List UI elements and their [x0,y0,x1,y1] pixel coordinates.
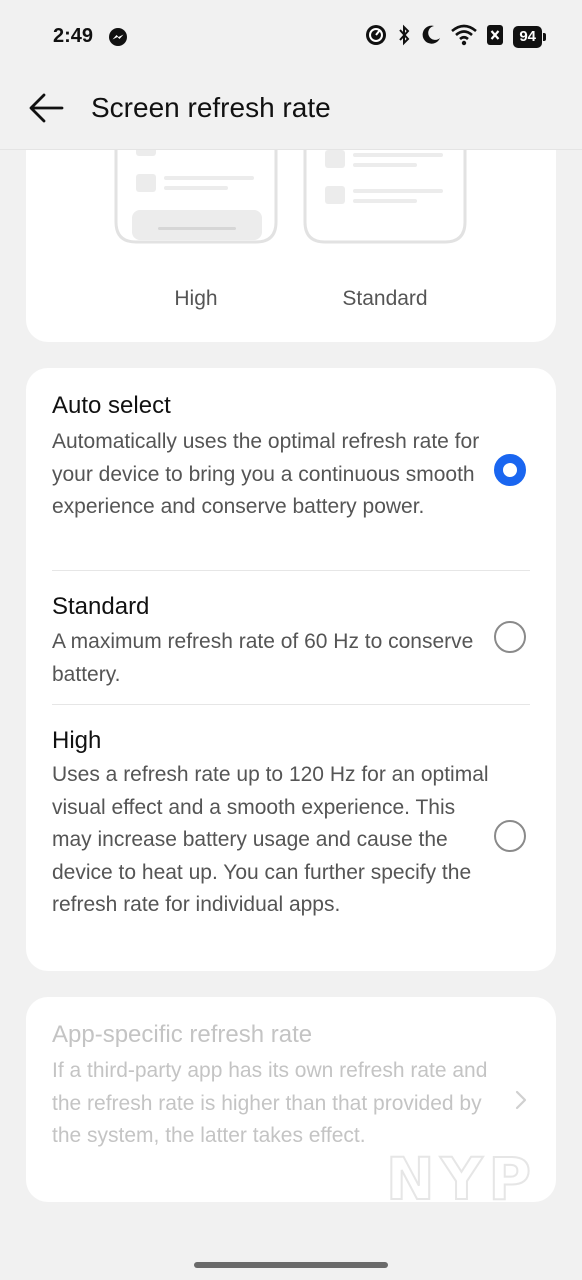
chevron-right-icon [514,1089,528,1111]
option-description: A maximum refresh rate of 60 Hz to conse… [52,630,474,686]
wifi-icon [451,24,478,51]
app-header: Screen refresh rate [0,76,582,150]
preview-label-standard: Standard [342,287,428,310]
option-description: Uses a refresh rate up to 120 Hz for an … [52,763,489,916]
status-icons: 94 [365,24,546,51]
app-specific-description: If a third-party app has its own refresh… [52,1059,488,1147]
app-specific-refresh-rate[interactable]: App-specific refresh rate If a third-par… [26,997,556,1202]
auto-select-radio[interactable] [494,454,526,486]
data-saver-icon [365,24,387,51]
option-standard[interactable]: Standard A maximum refresh rate of 60 Hz… [26,571,556,704]
standard-preview-illustration [303,150,467,244]
battery-icon: 94 [513,26,546,48]
standard-radio[interactable] [494,621,526,653]
option-auto-select[interactable]: Auto select Automatically uses the optim… [26,368,556,570]
page-title: Screen refresh rate [91,92,331,123]
refresh-rate-options: Auto select Automatically uses the optim… [26,368,556,971]
back-button[interactable] [26,90,66,126]
messenger-icon [108,27,128,47]
option-title: Standard [52,593,150,620]
option-title: Auto select [52,392,171,419]
status-bar: 2:49 94 [0,0,582,76]
option-high[interactable]: High Uses a refresh rate up to 120 Hz fo… [26,705,556,971]
do-not-disturb-icon [421,24,441,51]
preview-label-high: High [174,287,218,310]
svg-text:NYP: NYP [386,1149,537,1202]
high-radio[interactable] [494,820,526,852]
arrow-left-icon [29,93,64,123]
status-time: 2:49 [53,25,94,47]
watermark-logo: NYP [382,1144,556,1202]
option-title: High [52,727,102,754]
option-description: Automatically uses the optimal refresh r… [52,430,480,518]
home-indicator[interactable] [194,1262,388,1268]
high-preview-illustration [114,144,278,244]
sim-icon [487,24,504,50]
preview-card: High Standard [26,144,556,342]
app-specific-title: App-specific refresh rate [52,1021,313,1048]
bluetooth-icon [397,24,411,51]
